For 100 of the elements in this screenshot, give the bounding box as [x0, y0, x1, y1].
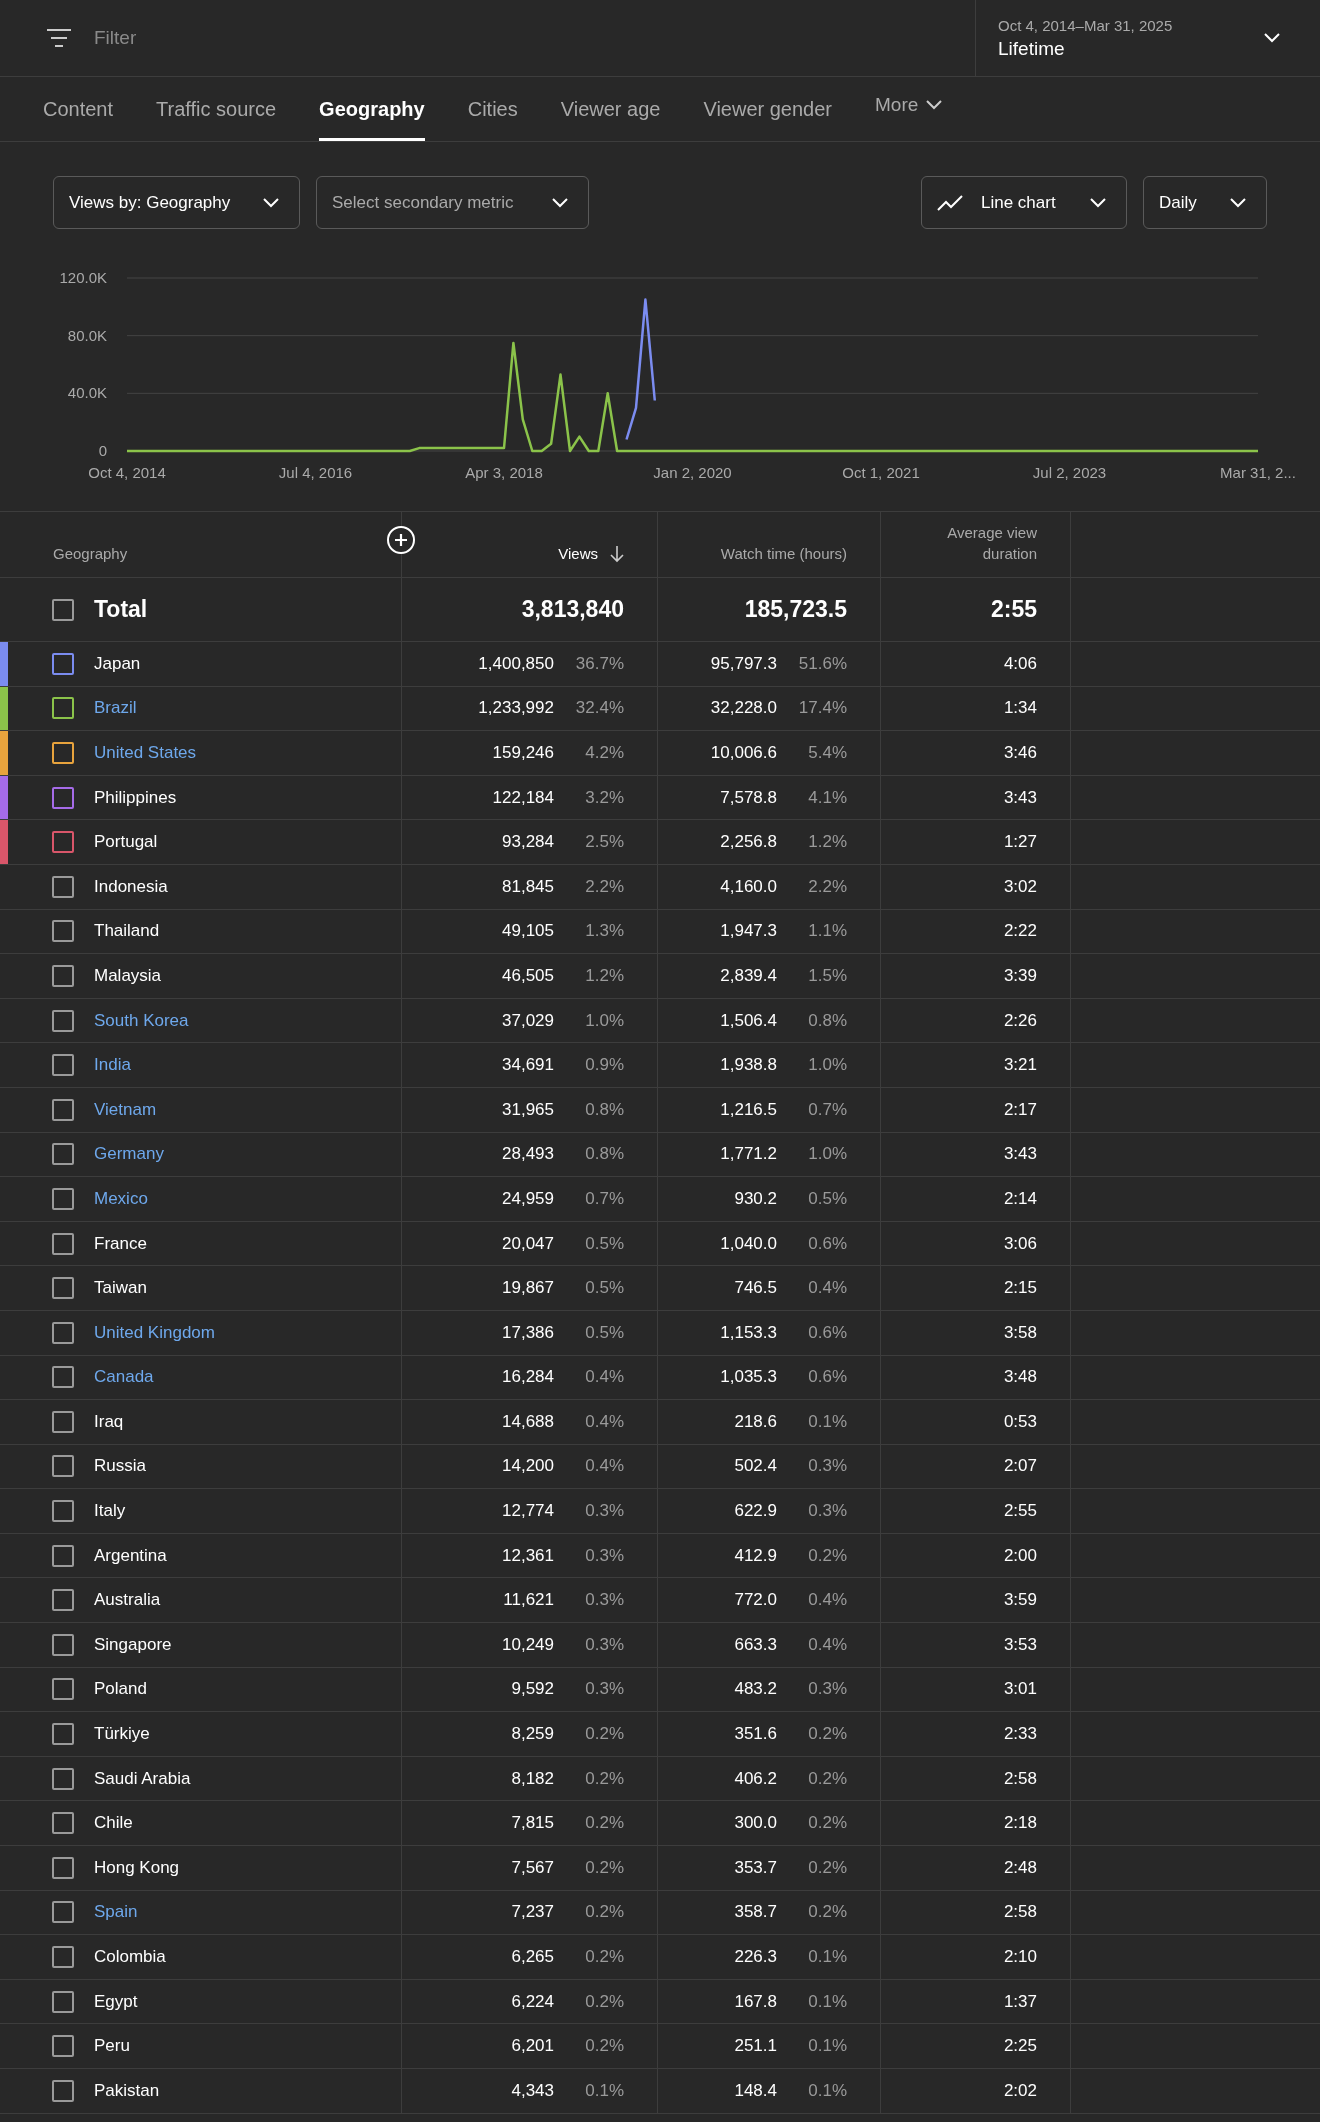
- tab[interactable]: Viewer age: [560, 77, 661, 141]
- table-cell-text: 0.3%: [807, 1456, 847, 1477]
- checkbox[interactable]: [52, 1143, 74, 1166]
- table-cell: 2:55: [1003, 1501, 1037, 1522]
- table-cell: 49,105: [502, 921, 554, 942]
- table-cell: 28,493: [502, 1144, 554, 1165]
- tab[interactable]: Geography: [319, 77, 425, 141]
- checkbox[interactable]: [52, 1321, 74, 1344]
- table-cell-text: 0.1%: [584, 2080, 624, 2101]
- country-name: Egypt: [94, 1991, 138, 2012]
- checkbox[interactable]: [52, 598, 74, 621]
- checkbox[interactable]: [52, 1589, 74, 1612]
- country-link[interactable]: Mexico: [94, 1188, 148, 1209]
- column-header[interactable]: Average view duration: [927, 521, 1037, 565]
- table-cell: 2:48: [1003, 1857, 1037, 1878]
- add-column-button[interactable]: [387, 526, 415, 554]
- table-cell: 772.0: [734, 1590, 777, 1611]
- table-cell: 9,592: [511, 1679, 554, 1700]
- table-cell: 2:10: [1003, 1947, 1037, 1967]
- x-tick-label: Apr 3, 2018: [465, 464, 543, 481]
- secondary-metric-dropdown[interactable]: Select secondary metric: [316, 176, 589, 229]
- checkbox[interactable]: [52, 1544, 74, 1567]
- country-link[interactable]: United States: [94, 743, 197, 763]
- checkbox[interactable]: [52, 1054, 74, 1077]
- sort-arrow-icon[interactable]: [610, 545, 624, 563]
- table-cell: 251.1: [734, 2036, 777, 2057]
- table-cell-text: 32.4%: [574, 698, 624, 719]
- checkbox[interactable]: [52, 1232, 74, 1255]
- checkbox[interactable]: [52, 1812, 74, 1835]
- country-link[interactable]: United Kingdom: [94, 1322, 215, 1343]
- tab[interactable]: Traffic source: [156, 77, 277, 141]
- filter-icon[interactable]: [46, 28, 72, 48]
- checkbox[interactable]: [52, 786, 74, 809]
- country-link[interactable]: India: [94, 1055, 131, 1076]
- checkbox[interactable]: [52, 1723, 74, 1746]
- table-cell-text: 0.6%: [807, 1322, 847, 1343]
- table-cell-text: 51.6%: [797, 653, 847, 674]
- checkbox[interactable]: [52, 1990, 74, 2013]
- column-header[interactable]: Views: [558, 543, 598, 565]
- tab[interactable]: Viewer gender: [703, 77, 832, 141]
- checkbox[interactable]: [52, 1187, 74, 1210]
- metric-dropdown[interactable]: Views by: Geography: [53, 176, 300, 229]
- country-name: Hong Kong: [94, 1857, 180, 1878]
- x-tick-label: Jul 2, 2023: [1032, 464, 1107, 481]
- table-cell-text: 0.7%: [807, 1099, 847, 1120]
- checkbox[interactable]: [52, 1009, 74, 1032]
- country-link[interactable]: Spain: [94, 1902, 138, 1923]
- tab[interactable]: Cities: [467, 77, 518, 141]
- checkbox[interactable]: [52, 1366, 74, 1389]
- table-cell: 3:58: [1003, 1322, 1037, 1343]
- table-cell-text: 0.4%: [807, 1278, 847, 1299]
- chart-type-dropdown[interactable]: Line chart: [921, 176, 1127, 229]
- checkbox[interactable]: [52, 742, 74, 764]
- line-chart-icon: [937, 194, 963, 211]
- table-cell: 1,035.3: [720, 1367, 777, 1388]
- country-link[interactable]: Canada: [94, 1367, 154, 1388]
- country-link[interactable]: South Korea: [94, 1010, 189, 1031]
- checkbox[interactable]: [52, 2079, 74, 2102]
- table-cell: 3:43: [1003, 787, 1037, 808]
- checkbox[interactable]: [52, 1767, 74, 1790]
- table-cell: 37,029: [502, 1010, 554, 1031]
- checkbox[interactable]: [52, 964, 74, 987]
- table-cell-text: 0.4%: [807, 1590, 847, 1611]
- date-range-picker[interactable]: Oct 4, 2014–Mar 31, 2025 Lifetime: [975, 0, 1320, 76]
- country-link[interactable]: Brazil: [94, 698, 137, 719]
- column-header[interactable]: Watch time (hours): [720, 543, 847, 565]
- checkbox[interactable]: [52, 1856, 74, 1879]
- checkbox[interactable]: [52, 2035, 74, 2058]
- checkbox[interactable]: [52, 1277, 74, 1300]
- more-tab[interactable]: More: [875, 77, 943, 133]
- table-cell-text: 1.5%: [807, 965, 847, 986]
- table-cell-text: 0.1%: [807, 1947, 847, 1967]
- table-cell: 2:26: [1003, 1010, 1037, 1031]
- checkbox[interactable]: [52, 1098, 74, 1121]
- country-link[interactable]: Vietnam: [94, 1099, 157, 1120]
- checkbox[interactable]: [52, 920, 74, 943]
- country-link[interactable]: Germany: [94, 1144, 164, 1165]
- checkbox[interactable]: [52, 831, 74, 854]
- table-cell: 2:58: [1003, 1768, 1037, 1789]
- checkbox[interactable]: [52, 1633, 74, 1656]
- chevron-down-icon: [1090, 197, 1106, 208]
- table-cell-text: 0.3%: [584, 1501, 624, 1522]
- interval-dropdown[interactable]: Daily: [1143, 176, 1267, 229]
- checkbox[interactable]: [52, 875, 74, 898]
- table-cell-text: 0.1%: [807, 1411, 847, 1432]
- checkbox[interactable]: [52, 1455, 74, 1478]
- checkbox[interactable]: [52, 1500, 74, 1523]
- checkbox[interactable]: [52, 652, 74, 675]
- filter-field[interactable]: Filter: [92, 26, 396, 50]
- checkbox[interactable]: [52, 697, 74, 720]
- checkbox[interactable]: [52, 1901, 74, 1924]
- country-name: Singapore: [94, 1634, 172, 1655]
- table-cell: 7,578.8: [720, 787, 777, 808]
- checkbox[interactable]: [52, 1410, 74, 1433]
- checkbox[interactable]: [52, 1678, 74, 1701]
- table-cell: 1,771.2: [720, 1144, 777, 1165]
- table-cell: 2:22: [1003, 921, 1037, 942]
- checkbox[interactable]: [52, 1946, 74, 1968]
- tab[interactable]: Content: [43, 77, 114, 141]
- table-cell: 122,184: [492, 787, 554, 808]
